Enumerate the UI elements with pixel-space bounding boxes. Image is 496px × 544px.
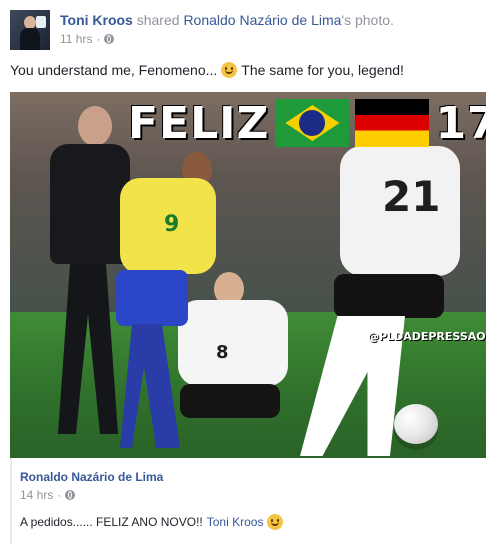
smile-emoji-icon [267,514,284,530]
player-21-shorts [334,274,444,318]
photo-watermark: @PLDADEPRESSAO [368,330,486,343]
shared-post-text: A pedidos...... FELIZ ANO NOVO!! Toni Kr… [20,514,284,530]
shared-text-before-link: A pedidos...... FELIZ ANO NOVO!! [20,515,203,529]
player-21-figure: 21 [300,146,480,456]
possessive-text: 's photo. [341,12,394,28]
photo-headline: FELIZ 17!! [128,96,486,150]
shared-from-link[interactable]: Ronaldo Nazário de Lima [183,12,341,28]
germany-flag-icon [355,99,430,147]
shared-author-link[interactable]: Ronaldo Nazário de Lima [20,470,163,484]
facebook-post: Toni Kroos shared Ronaldo Nazário de Lim… [0,0,496,544]
author-avatar[interactable] [10,10,50,50]
globe-icon[interactable] [104,34,115,44]
caption-text: You understand me, Fenomeno... [10,62,218,78]
meta-separator: · [96,32,101,46]
shared-timestamp[interactable]: 14 hrs [20,488,53,502]
player-9-legs [120,324,180,448]
post-timestamp[interactable]: 11 hrs [60,32,92,46]
player-9-figure: 9 [80,152,240,452]
player-9-shorts [116,270,188,326]
brazil-flag-icon [275,99,350,147]
globe-icon[interactable] [65,490,76,500]
shared-meta: 14 hrs · [20,488,76,502]
shared-meta-separator: · [57,488,62,502]
post-header: Toni Kroos shared Ronaldo Nazário de Lim… [10,10,486,50]
shared-photo[interactable]: 8 9 21 FELIZ 17!! @PLDADEPRESSAO [10,92,486,458]
post-caption: You understand me, Fenomeno... The same … [10,62,404,78]
caption-text-after-emoji: The same for you, legend! [241,62,404,78]
shared-text-link[interactable]: Toni Kroos [207,515,264,529]
shared-text: shared [136,12,180,28]
post-title-line: Toni Kroos shared Ronaldo Nazário de Lim… [60,12,394,28]
soccer-ball [394,404,438,444]
author-name-link[interactable]: Toni Kroos [60,12,133,28]
headline-right-text: 17!! [435,97,486,149]
smile-emoji-icon [221,62,238,78]
shared-post-divider [10,458,12,544]
player-21-number: 21 [382,172,441,221]
avatar-shirt [20,28,40,50]
post-meta: 11 hrs · [60,32,115,46]
headline-left-text: FELIZ [128,97,270,149]
shared-post-attribution: Ronaldo Nazário de Lima 14 hrs · A pedid… [10,458,486,544]
referee-head [78,106,112,146]
avatar-crest-icon [36,16,46,28]
player-9-number: 9 [164,212,180,237]
